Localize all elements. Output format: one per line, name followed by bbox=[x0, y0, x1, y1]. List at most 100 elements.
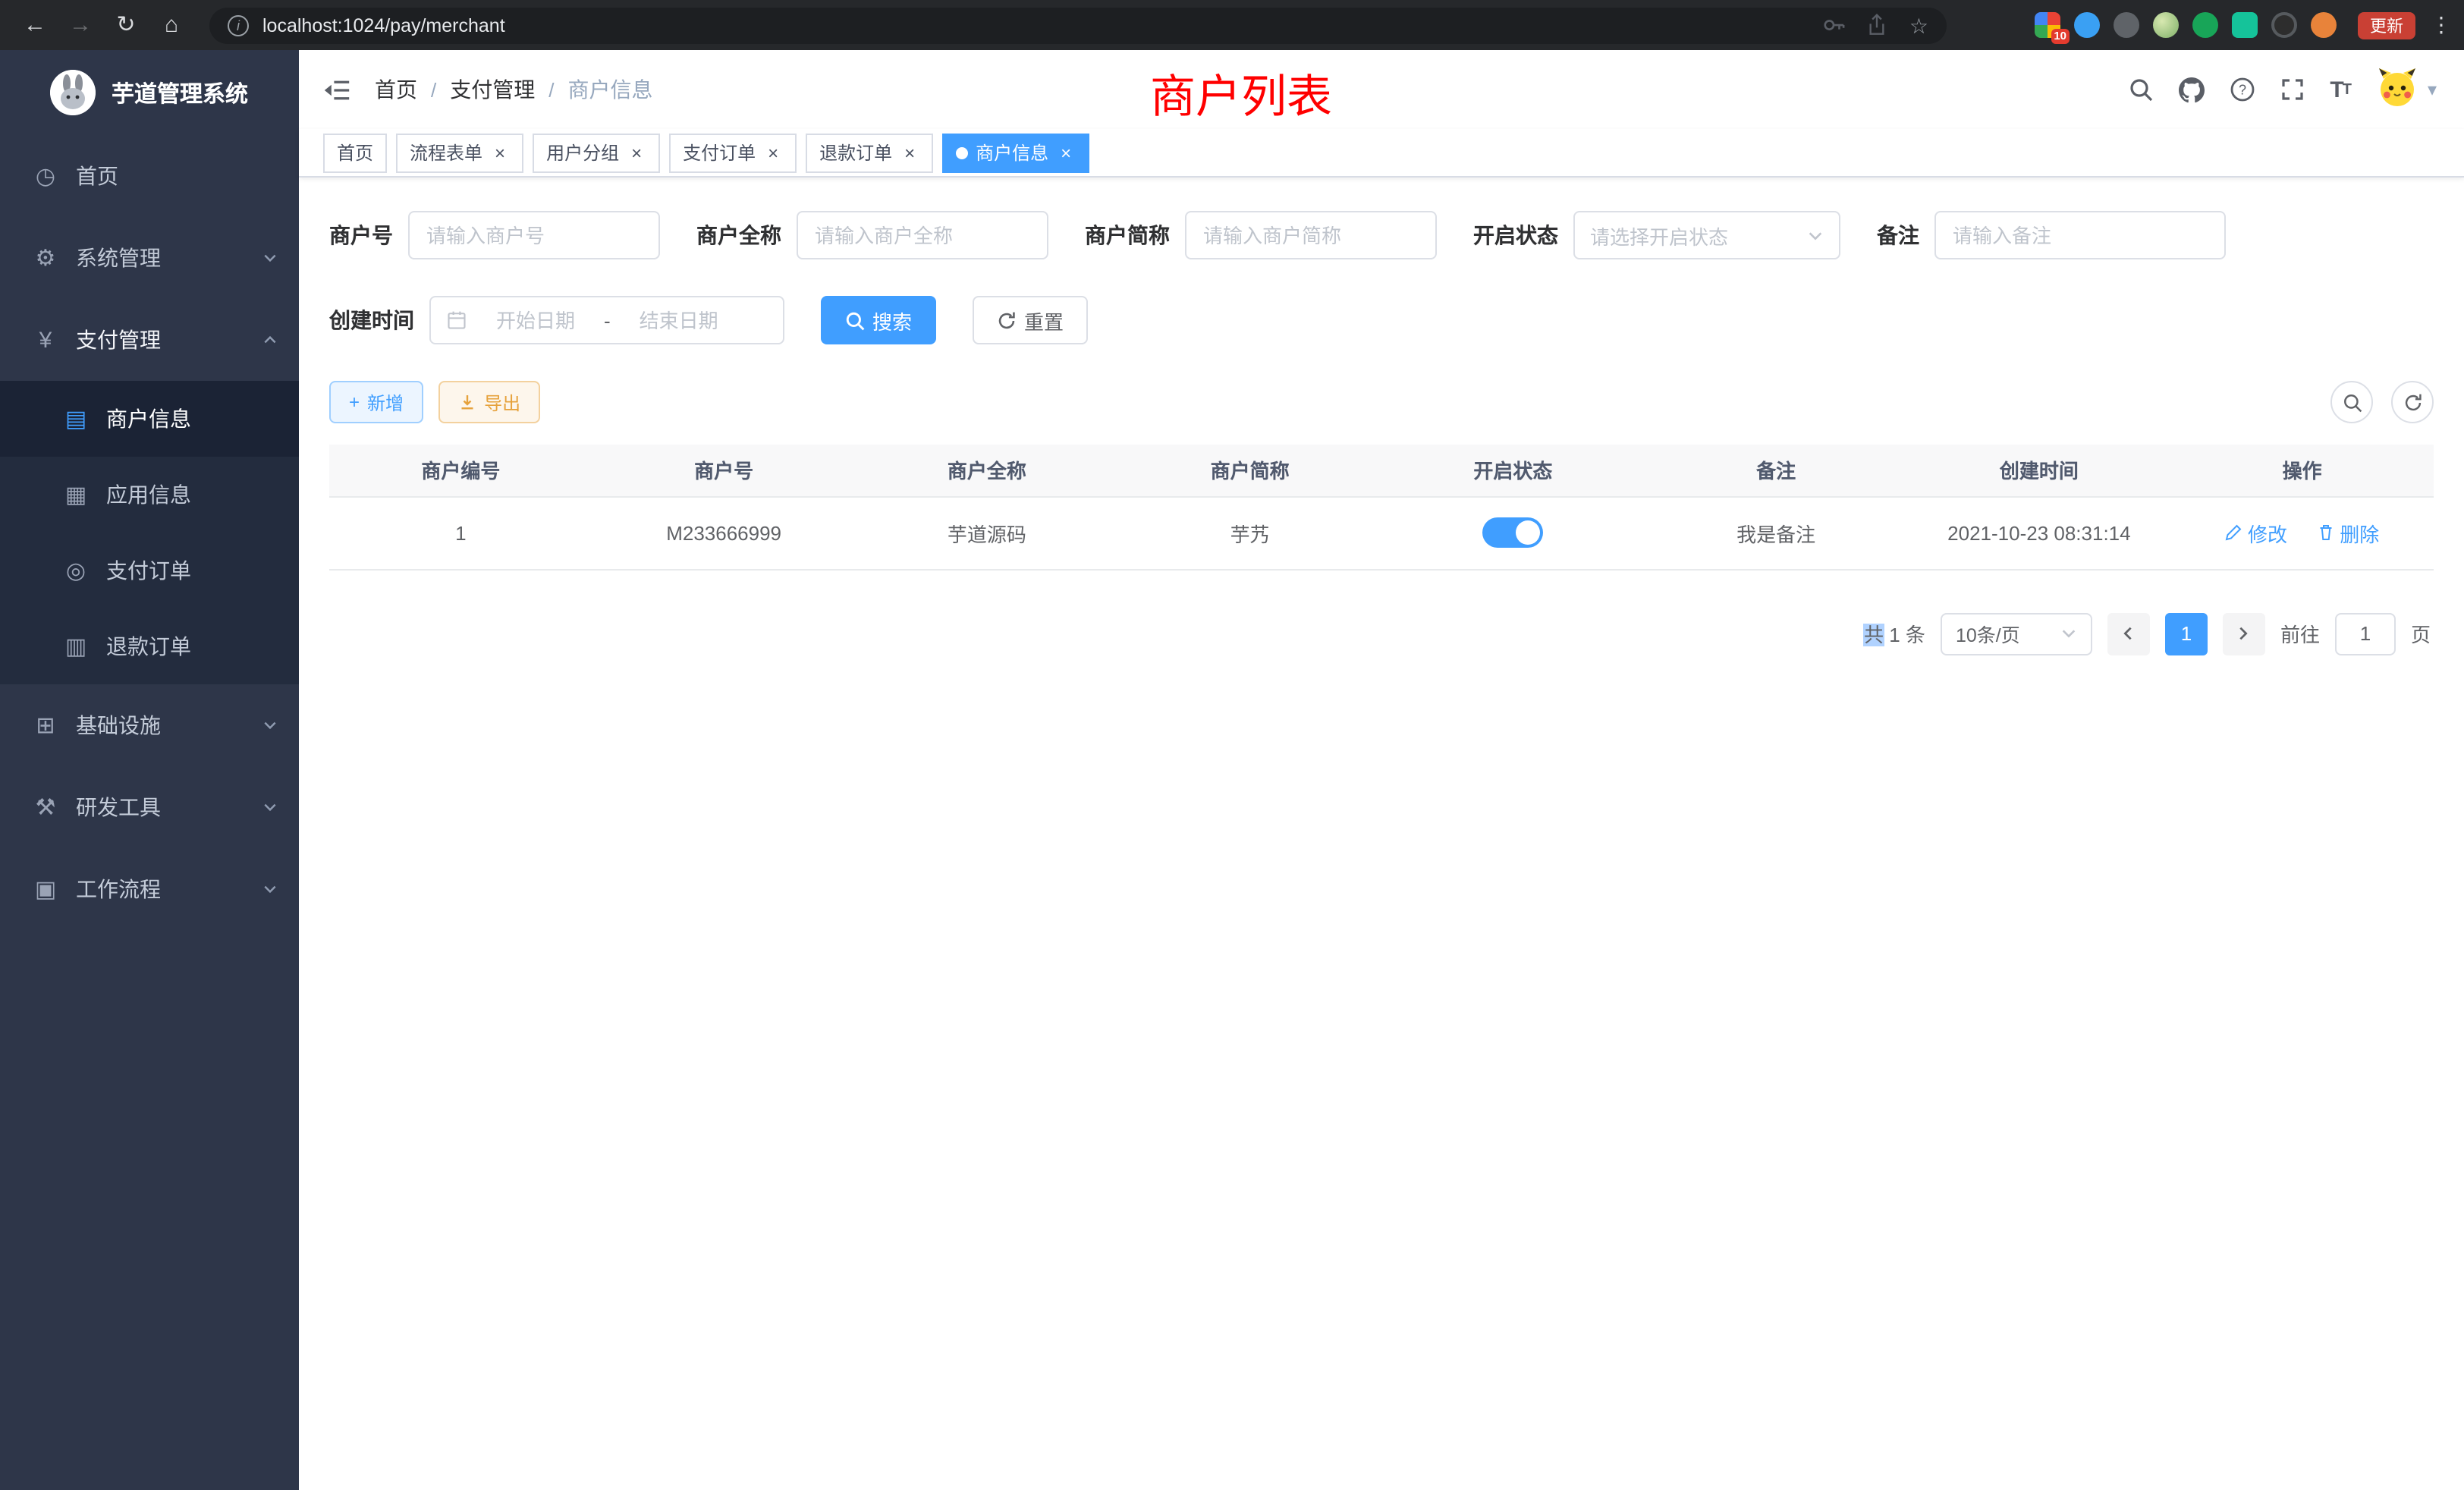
forward-icon[interactable]: → bbox=[61, 0, 100, 50]
fullscreen-icon[interactable] bbox=[2280, 77, 2304, 102]
tab-merchant-info[interactable]: 商户信息 × bbox=[942, 133, 1089, 172]
extension-icon-1[interactable]: 10 bbox=[2035, 12, 2060, 38]
extension-icon-5[interactable] bbox=[2192, 12, 2218, 38]
tab-refund-order[interactable]: 退款订单 × bbox=[806, 133, 933, 172]
sidebar-item-payment[interactable]: ¥ 支付管理 bbox=[0, 299, 299, 381]
sidebar-item-label: 退款订单 bbox=[106, 631, 278, 662]
record-icon: ◎ bbox=[61, 557, 91, 584]
goto-page-input[interactable] bbox=[2335, 612, 2396, 655]
close-icon[interactable]: × bbox=[627, 143, 646, 162]
end-date-input[interactable] bbox=[620, 309, 738, 332]
extension-icon-3[interactable] bbox=[2114, 12, 2139, 38]
column-header: 创建时间 bbox=[1908, 445, 2171, 496]
search-button[interactable]: 搜索 bbox=[821, 296, 936, 344]
delete-button[interactable]: 删除 bbox=[2317, 518, 2379, 547]
cell-full-name: 芋道源码 bbox=[856, 496, 1119, 569]
breadcrumb-item[interactable]: 首页 bbox=[375, 74, 417, 105]
filter-full-name: 商户全称 bbox=[696, 211, 1048, 259]
sidebar-item-system[interactable]: ⚙ 系统管理 bbox=[0, 217, 299, 299]
extension-badge: 10 bbox=[2051, 29, 2070, 44]
tab-home[interactable]: 首页 bbox=[323, 133, 387, 172]
info-icon[interactable]: i bbox=[228, 14, 249, 36]
chevron-down-icon bbox=[262, 250, 278, 266]
page-number-button[interactable]: 1 bbox=[2165, 612, 2208, 655]
start-date-input[interactable] bbox=[476, 309, 595, 332]
merchant-no-input[interactable] bbox=[408, 211, 660, 259]
sidebar-item-infrastructure[interactable]: ⊞ 基础设施 bbox=[0, 684, 299, 766]
github-icon[interactable] bbox=[2178, 77, 2204, 102]
column-header: 开启状态 bbox=[1381, 445, 1645, 496]
chevron-up-icon bbox=[262, 332, 278, 347]
sidebar-item-label: 研发工具 bbox=[76, 792, 262, 822]
status-toggle[interactable] bbox=[1482, 517, 1543, 548]
plus-icon: + bbox=[349, 391, 360, 413]
user-avatar bbox=[2376, 64, 2418, 115]
short-name-input[interactable] bbox=[1185, 211, 1437, 259]
url-bar[interactable]: i localhost:1024/pay/merchant ☆ bbox=[209, 7, 1947, 43]
back-icon[interactable]: ← bbox=[15, 0, 55, 50]
sidebar-item-pay-order[interactable]: ◎ 支付订单 bbox=[0, 533, 299, 608]
font-size-icon[interactable]: TT bbox=[2330, 77, 2350, 102]
date-range-picker[interactable]: - bbox=[429, 296, 784, 344]
full-name-input[interactable] bbox=[797, 211, 1048, 259]
remark-input[interactable] bbox=[1934, 211, 2226, 259]
calendar-icon bbox=[446, 310, 467, 331]
document-icon: ▥ bbox=[61, 633, 91, 660]
chevron-down-icon: ▾ bbox=[2428, 79, 2437, 100]
tab-process-form[interactable]: 流程表单 × bbox=[396, 133, 523, 172]
password-key-icon[interactable] bbox=[1823, 14, 1846, 36]
column-header: 商户号 bbox=[592, 445, 856, 496]
extension-icon-4[interactable] bbox=[2153, 12, 2179, 38]
add-button[interactable]: + 新增 bbox=[329, 381, 423, 423]
close-icon[interactable]: × bbox=[763, 143, 783, 162]
page-size-select[interactable]: 10条/页 bbox=[1941, 612, 2092, 655]
sidebar-toggle-icon[interactable] bbox=[323, 78, 350, 101]
edit-button[interactable]: 修改 bbox=[2225, 518, 2287, 547]
extension-icon-6[interactable] bbox=[2232, 12, 2258, 38]
header-actions: ? TT ▾ bbox=[2128, 64, 2437, 115]
home-icon[interactable]: ⌂ bbox=[152, 0, 191, 50]
extension-icon-7[interactable] bbox=[2271, 12, 2297, 38]
tab-pay-order[interactable]: 支付订单 × bbox=[669, 133, 797, 172]
monitor-icon: ⊞ bbox=[30, 712, 61, 739]
search-toggle-button[interactable] bbox=[2330, 381, 2373, 423]
prev-page-button[interactable] bbox=[2107, 612, 2150, 655]
sidebar-item-workflow[interactable]: ▣ 工作流程 bbox=[0, 848, 299, 930]
search-icon[interactable] bbox=[2128, 77, 2152, 102]
app-title: 芋道管理系统 bbox=[112, 77, 248, 108]
next-page-button[interactable] bbox=[2223, 612, 2265, 655]
sidebar-item-dev-tools[interactable]: ⚒ 研发工具 bbox=[0, 766, 299, 848]
sidebar-item-refund-order[interactable]: ▥ 退款订单 bbox=[0, 608, 299, 684]
field-label: 备注 bbox=[1877, 220, 1919, 250]
merchant-table: 商户编号 商户号 商户全称 商户简称 开启状态 备注 创建时间 操作 1 bbox=[329, 445, 2434, 570]
bookmark-star-icon[interactable]: ☆ bbox=[1909, 14, 1928, 36]
tools-icon: ⚒ bbox=[30, 794, 61, 821]
breadcrumb-item[interactable]: 支付管理 bbox=[450, 74, 535, 105]
tab-user-group[interactable]: 用户分组 × bbox=[533, 133, 660, 172]
status-select[interactable]: 请选择开启状态 bbox=[1573, 211, 1840, 259]
grid-icon: ▦ bbox=[61, 481, 91, 508]
help-icon[interactable]: ? bbox=[2230, 77, 2254, 102]
sidebar-item-home[interactable]: ◷ 首页 bbox=[0, 135, 299, 217]
tabs-bar: 首页 流程表单 × 用户分组 × 支付订单 × 退款订单 × bbox=[299, 129, 2464, 178]
extension-icon-8[interactable] bbox=[2311, 12, 2337, 38]
pagination: 共 1 条 10条/页 1 前往 页 bbox=[329, 612, 2434, 655]
reset-button[interactable]: 重置 bbox=[973, 296, 1088, 344]
close-icon[interactable]: × bbox=[490, 143, 510, 162]
browser-window: ← → ↻ ⌂ i localhost:1024/pay/merchant ☆ … bbox=[0, 0, 2464, 1490]
field-label: 商户号 bbox=[329, 220, 393, 250]
pagination-total: 共 1 条 bbox=[1864, 619, 1925, 648]
sidebar-item-app-info[interactable]: ▦ 应用信息 bbox=[0, 457, 299, 533]
extension-icon-2[interactable] bbox=[2074, 12, 2100, 38]
sidebar-item-merchant-info[interactable]: ▤ 商户信息 bbox=[0, 381, 299, 457]
export-button[interactable]: 导出 bbox=[438, 381, 540, 423]
update-button[interactable]: 更新 bbox=[2358, 11, 2415, 39]
browser-menu-icon[interactable]: ⋮ bbox=[2431, 12, 2449, 38]
app-logo[interactable]: 芋道管理系统 bbox=[0, 50, 299, 135]
close-icon[interactable]: × bbox=[900, 143, 919, 162]
refresh-table-button[interactable] bbox=[2391, 381, 2434, 423]
close-icon[interactable]: × bbox=[1056, 143, 1076, 162]
share-icon[interactable] bbox=[1867, 14, 1888, 36]
reload-icon[interactable]: ↻ bbox=[106, 0, 146, 50]
user-menu[interactable]: ▾ bbox=[2376, 64, 2437, 115]
